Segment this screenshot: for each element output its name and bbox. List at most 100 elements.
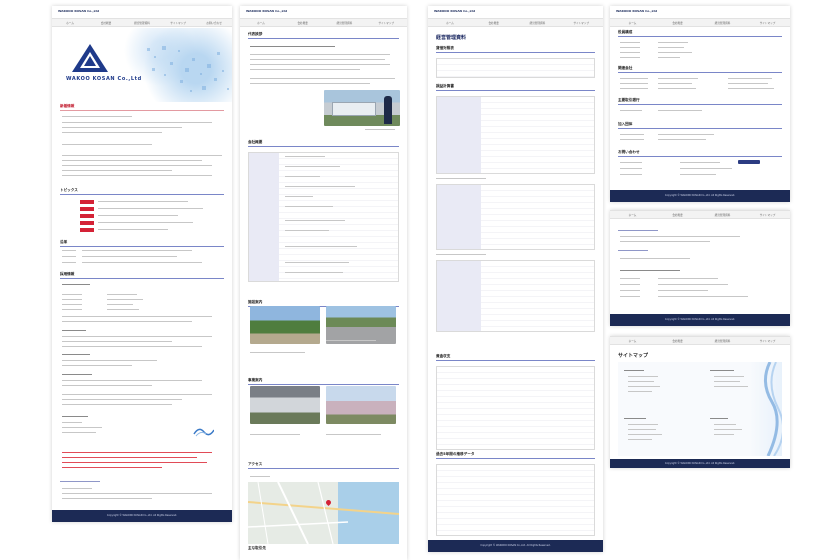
nav-item-sitemap[interactable]: サイトマップ xyxy=(745,19,790,26)
nav-item-home[interactable]: ホーム xyxy=(240,19,282,26)
facility-photo-trees xyxy=(250,306,320,344)
text-line xyxy=(107,304,133,306)
text-line xyxy=(620,270,680,272)
sitemap-link[interactable] xyxy=(628,386,660,388)
business-caption[interactable] xyxy=(250,434,300,436)
nav-item-company[interactable]: 会社概要 xyxy=(472,19,516,26)
brand-small[interactable]: WAKODO KOSAN Co.,Ltd xyxy=(246,9,287,13)
nav-item-management[interactable]: 経営管理資料 xyxy=(700,337,745,344)
news-link[interactable] xyxy=(98,201,188,203)
facility-caption[interactable] xyxy=(250,352,305,354)
text-line xyxy=(620,57,640,59)
nav-item-sitemap[interactable]: サイトマップ xyxy=(160,19,196,26)
sitemap-link[interactable] xyxy=(714,434,734,436)
text-line xyxy=(62,498,152,500)
nav-bar: ホーム 会社概要 経営管理資料 サイトマップ xyxy=(610,18,790,27)
sitemap-link[interactable] xyxy=(628,434,662,436)
text-line xyxy=(250,476,270,478)
text-line xyxy=(82,250,192,252)
nav-item-home[interactable]: ホーム xyxy=(610,211,655,218)
sitemap-link[interactable] xyxy=(628,439,652,441)
sitemap-link[interactable] xyxy=(628,381,654,383)
section-contact-heading: お問い合わせ xyxy=(618,150,782,157)
facility-caption[interactable] xyxy=(326,340,376,342)
nav-item-sitemap[interactable]: サイトマップ xyxy=(745,337,790,344)
sitemap-link[interactable] xyxy=(714,381,740,383)
sitemap-link[interactable] xyxy=(628,376,658,378)
text-line xyxy=(62,160,202,162)
text-line xyxy=(285,206,333,208)
nav-item-company[interactable]: 会社概要 xyxy=(655,337,700,344)
news-link[interactable] xyxy=(98,222,193,224)
page-title: サイトマップ xyxy=(618,353,649,359)
nav-item-home[interactable]: ホーム xyxy=(428,19,472,26)
nav-item-company[interactable]: 会社概要 xyxy=(282,19,324,26)
nav-item-management[interactable]: 経営管理資料 xyxy=(324,19,366,26)
page-contact: ホーム 会社概要 経営管理資料 サイトマップ Copyright © WAKOD… xyxy=(610,210,790,326)
nav-item-sitemap[interactable]: サイトマップ xyxy=(365,19,407,26)
sitemap-link[interactable] xyxy=(628,391,652,393)
sitemap-link[interactable] xyxy=(628,424,658,426)
business-caption[interactable] xyxy=(326,434,381,436)
text-line xyxy=(680,174,716,176)
section-access-heading: アクセス xyxy=(248,462,399,469)
sitemap-link[interactable] xyxy=(714,386,748,388)
text-line xyxy=(62,316,212,318)
alert-line xyxy=(62,462,207,464)
contact-button[interactable] xyxy=(738,160,760,164)
form-field[interactable] xyxy=(658,284,728,286)
text-line xyxy=(620,110,642,112)
summary-table xyxy=(436,464,595,536)
sitemap-link[interactable] xyxy=(628,429,656,431)
text-line xyxy=(62,404,172,406)
text-line xyxy=(62,374,92,376)
nav-item-management[interactable]: 経営管理資料 xyxy=(700,19,745,26)
nav-item-company[interactable]: 会社概要 xyxy=(655,19,700,26)
text-line xyxy=(62,380,202,382)
text-line xyxy=(250,64,390,66)
sign-board xyxy=(332,102,376,116)
sitemap-link[interactable] xyxy=(714,424,736,426)
nav-item-home[interactable]: ホーム xyxy=(610,19,655,26)
news-link[interactable] xyxy=(98,208,203,210)
text-line xyxy=(620,284,640,286)
page-sitemap: ホーム 会社概要 経営管理資料 サイトマップ サイトマップ Copyright … xyxy=(610,336,790,468)
brand-small[interactable]: WAKODO KOSAN Co.,Ltd xyxy=(434,9,475,13)
sitemap-link[interactable] xyxy=(714,429,742,431)
text-line xyxy=(658,110,702,112)
brand-small[interactable]: WAKODO KOSAN Co.,Ltd xyxy=(58,9,99,13)
nav-bar: ホーム 会社概要 経営管理資料 サイトマップ xyxy=(240,18,407,27)
nav-item-sitemap[interactable]: サイトマップ xyxy=(745,211,790,218)
news-link[interactable] xyxy=(98,215,178,217)
sitemap-link[interactable] xyxy=(710,370,734,372)
map-roads xyxy=(248,482,399,544)
balance-table xyxy=(436,58,595,78)
nav-item-sitemap[interactable]: サイトマップ xyxy=(559,19,603,26)
nav-item-contact[interactable]: お問い合わせ xyxy=(196,19,232,26)
sitemap-link[interactable] xyxy=(624,418,646,420)
section-associations-heading: 加入団体 xyxy=(618,122,782,129)
brand-small[interactable]: WAKODO KOSAN Co.,Ltd xyxy=(616,9,657,13)
form-field[interactable] xyxy=(658,296,748,298)
access-map[interactable] xyxy=(248,482,399,544)
nav-item-management[interactable]: 経営管理資料 xyxy=(516,19,560,26)
news-tag xyxy=(80,214,94,218)
text-line xyxy=(62,488,92,490)
sitemap-link[interactable] xyxy=(710,418,728,420)
sitemap-link[interactable] xyxy=(714,376,744,378)
footer: Copyright © WAKODO KOSAN Co.,Ltd. All Ri… xyxy=(428,540,603,552)
text-line xyxy=(620,290,640,292)
form-field[interactable] xyxy=(658,278,718,280)
text-line xyxy=(62,294,82,296)
nav-item-company[interactable]: 会社概要 xyxy=(88,19,124,26)
news-link[interactable] xyxy=(98,229,168,231)
form-field[interactable] xyxy=(658,290,708,292)
nav-item-home[interactable]: ホーム xyxy=(52,19,88,26)
text-line xyxy=(250,46,335,48)
sitemap-link[interactable] xyxy=(624,370,644,372)
nav-item-management[interactable]: 経営管理資料 xyxy=(124,19,160,26)
nav-item-company[interactable]: 会社概要 xyxy=(655,211,700,218)
nav-item-management[interactable]: 経営管理資料 xyxy=(700,211,745,218)
footer: Copyright © WAKODO KOSAN Co.,Ltd. All Ri… xyxy=(610,190,790,202)
nav-item-home[interactable]: ホーム xyxy=(610,337,655,344)
